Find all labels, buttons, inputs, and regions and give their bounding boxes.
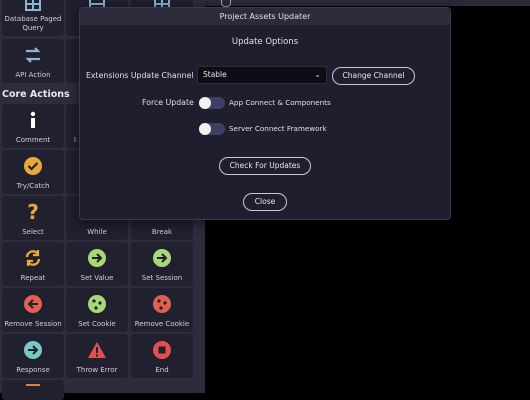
tile-select[interactable]: ? Select [2,196,64,240]
tile-label: Database Paged Query [4,15,62,32]
app-connect-label: App Connect & Components [229,98,331,107]
tile-set-value[interactable]: Set Value [66,242,128,286]
toggle-knob [199,97,211,109]
tile-partial [66,39,80,83]
arrow-right-circle-icon [153,249,171,267]
tile-partial-bottom[interactable] [2,380,64,400]
cookie-icon [88,295,106,313]
partial-icon [26,384,40,392]
select-value: Stable [203,70,227,79]
tile-label: Break [151,228,173,236]
tile-i[interactable]: I [66,104,80,148]
tile-label: Comment [15,136,51,144]
tile-label: API Action [15,71,51,79]
tile-remove-cookie[interactable]: Remove Cookie [131,288,193,332]
arrow-left-circle-icon [24,295,42,313]
tile-set-session[interactable]: Set Session [131,242,193,286]
project-assets-updater-dialog: Project Assets Updater Update Options Ex… [79,7,451,220]
tile-api-action[interactable]: API Action [2,39,64,83]
tile-label: End [155,366,169,374]
tile-label: Try/Catch [16,182,50,190]
stop-circle-icon [153,341,171,359]
canvas-top-strip [205,0,530,7]
channel-label: Extensions Update Channel [86,71,194,80]
tile-label: Response [16,366,50,374]
dialog-title: Project Assets Updater [80,8,450,25]
cookie-icon [153,295,171,313]
repeat-icon [25,250,41,266]
tile-label: I [74,136,77,144]
tile-end[interactable]: End [131,334,193,378]
tile-database-paged-query[interactable]: Database Paged Query [2,0,64,36]
node-handle-icon [221,0,231,7]
tile-throw-error[interactable]: Throw Error [66,334,128,378]
table-icon [25,0,41,11]
warning-icon [88,342,106,358]
section-title-core-actions: Core Actions [2,89,70,100]
question-icon: ? [27,200,39,224]
tile-set-cookie[interactable]: Set Cookie [66,288,128,332]
server-connect-label: Server Connect Framework [229,124,327,133]
change-channel-button[interactable]: Change Channel [332,67,415,85]
tile-partial [66,150,80,194]
tile-response[interactable]: Response [2,334,64,378]
chevron-down-icon: ⌄ [314,70,321,79]
app-connect-toggle[interactable] [199,97,225,109]
tile-label: Throw Error [76,366,118,374]
dialog-subtitle: Update Options [231,37,299,47]
tile-label: Set Session [141,274,183,282]
arrow-right-circle-icon [88,249,106,267]
check-circle-icon [24,157,42,175]
tile-label: While [87,228,107,236]
force-update-label: Force Update [142,98,194,107]
tile-label: Remove Cookie [134,320,190,328]
tile-try-catch[interactable]: Try/Catch [2,150,64,194]
check-for-updates-button[interactable]: Check For Updates [219,157,311,175]
tile-remove-session[interactable]: Remove Session [2,288,64,332]
tile-label: Set Value [80,274,114,282]
update-channel-select[interactable]: Stable ⌄ [197,66,327,84]
tile-label: Set Cookie [78,320,116,328]
tile-label: Select [22,228,44,236]
swap-arrows-icon [25,47,41,63]
tile-repeat[interactable]: Repeat [2,242,64,286]
toggle-knob [199,123,211,135]
arrow-right-circle-icon [24,341,42,359]
tile-comment[interactable]: Comment [2,104,64,148]
info-icon [30,111,36,128]
close-button[interactable]: Close [243,193,287,211]
tile-label: Repeat [20,274,46,282]
server-connect-toggle[interactable] [199,123,225,135]
tile-label: Remove Session [4,320,62,328]
